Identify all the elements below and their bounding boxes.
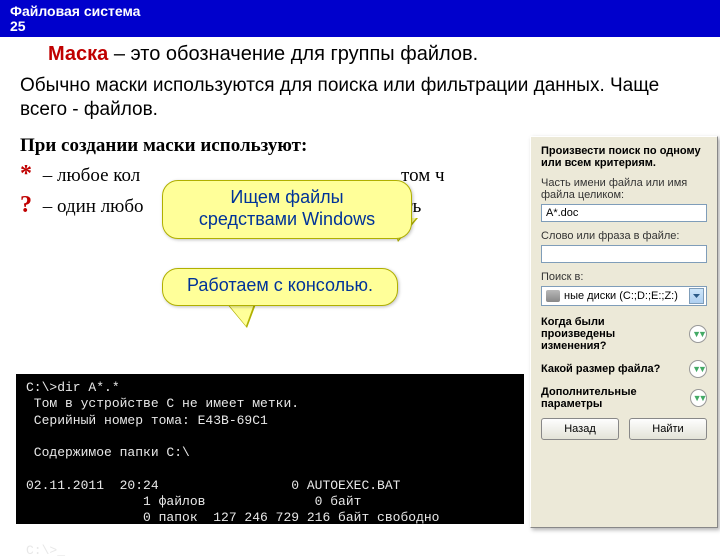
filename-label: Часть имени файла или имя файла целиком: (541, 177, 707, 201)
chevron-down-icon[interactable] (690, 389, 707, 407)
file-size-label: Какой размер файла? (541, 363, 660, 375)
chevron-down-icon[interactable] (689, 325, 707, 343)
search-buttons: Назад Найти (541, 418, 707, 440)
title-line2: 25 (10, 18, 26, 34)
heading: Маска – это обозначение для группы файло… (48, 43, 700, 66)
question-symbol: ? (20, 192, 38, 219)
heading-term: Маска (48, 43, 108, 65)
more-params-row[interactable]: Дополнительные параметры (541, 386, 707, 410)
title-bar: Файловая система 25 (0, 0, 720, 37)
console-output: C:\>dir A*.* Том в устройстве C не имеет… (16, 374, 524, 524)
disk-icon (546, 290, 560, 302)
chevron-down-icon[interactable] (689, 360, 707, 378)
word-input[interactable] (541, 245, 707, 263)
heading-rest: – это обозначение для группы файлов. (108, 43, 478, 65)
when-modified-label: Когда были произведены изменения? (541, 316, 681, 352)
find-button[interactable]: Найти (629, 418, 707, 440)
search-panel: Произвести поиск по одному или всем крит… (530, 136, 718, 528)
search-in-label: Поиск в: (541, 271, 707, 283)
word-label: Слово или фраза в файле: (541, 230, 707, 242)
search-in-select[interactable]: ные диски (C:;D:;E:;Z:) (541, 286, 707, 306)
search-in-value: ные диски (C:;D:;E:;Z:) (564, 290, 678, 302)
file-size-row[interactable]: Какой размер файла? (541, 360, 707, 378)
star-symbol: * (20, 161, 38, 188)
callout-tail (228, 304, 254, 326)
more-params-label: Дополнительные параметры (541, 386, 690, 410)
back-button[interactable]: Назад (541, 418, 619, 440)
dropdown-icon[interactable] (689, 288, 704, 304)
title-line1: Файловая система (10, 3, 140, 19)
filename-input[interactable] (541, 204, 707, 222)
intro-paragraph: Обычно маски используются для поиска или… (20, 74, 700, 122)
when-modified-row[interactable]: Когда были произведены изменения? (541, 316, 707, 352)
callout-console: Работаем с консолью. (162, 268, 398, 306)
callout-windows-search: Ищем файлы средствами Windows (162, 180, 412, 239)
search-heading: Произвести поиск по одному или всем крит… (541, 145, 707, 169)
